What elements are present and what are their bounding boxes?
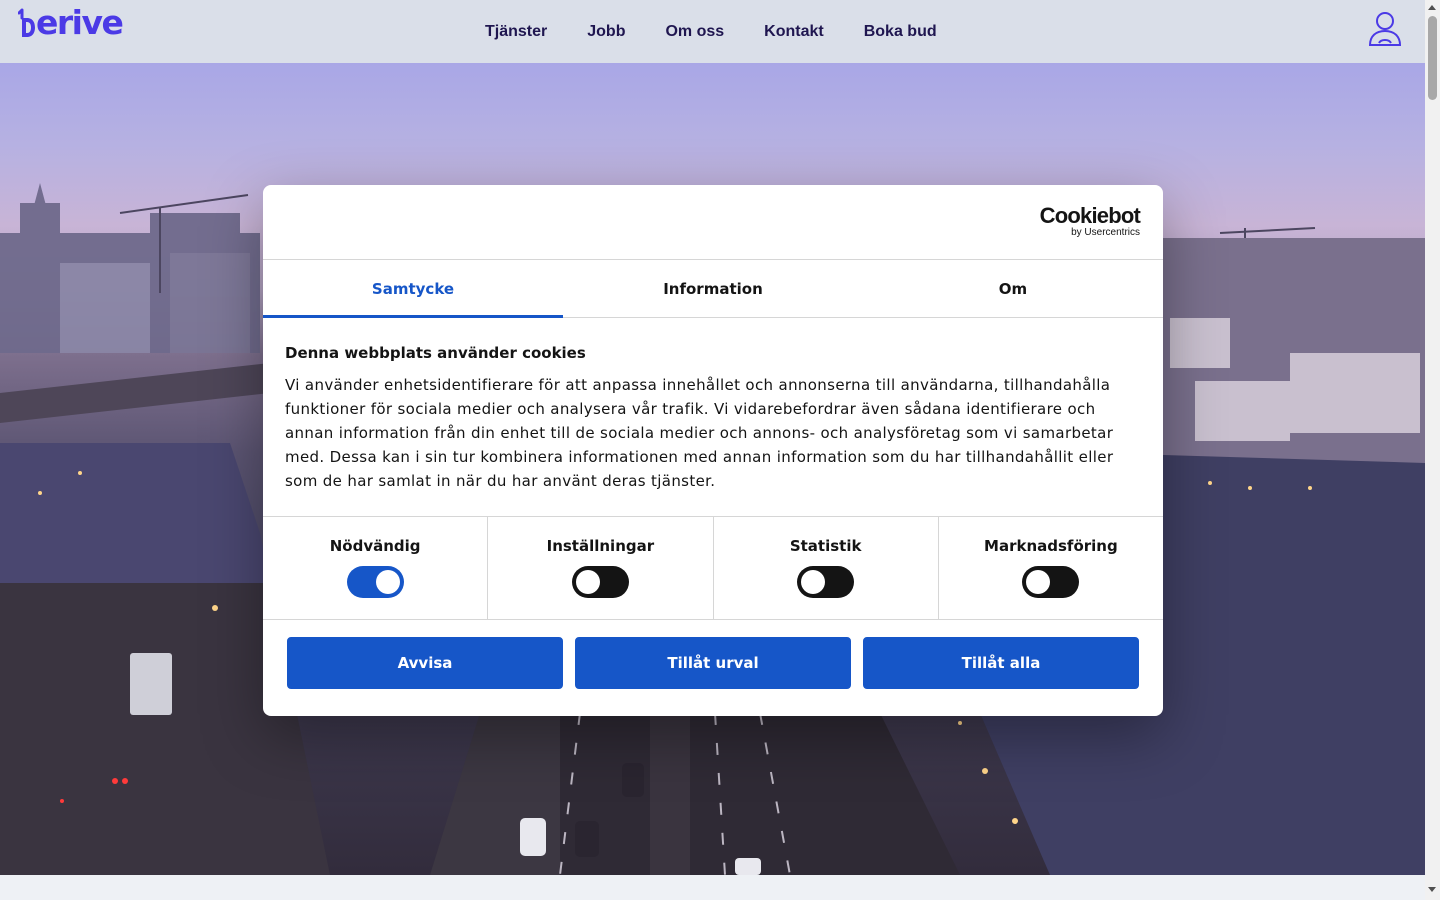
category-marknadsforing: Marknadsföring bbox=[939, 517, 1163, 619]
tab-om[interactable]: Om bbox=[863, 260, 1163, 317]
category-label: Statistik bbox=[789, 537, 862, 555]
page-footer-strip bbox=[0, 875, 1425, 900]
category-statistik: Statistik bbox=[714, 517, 939, 619]
cookiebot-logo[interactable]: Cookiebot by Usercentrics bbox=[1039, 203, 1141, 238]
allow-selection-button[interactable]: Tillåt urval bbox=[575, 637, 851, 689]
nav-item-boka-bud[interactable]: Boka bud bbox=[864, 23, 937, 41]
reject-button[interactable]: Avvisa bbox=[287, 637, 563, 689]
dialog-body: Denna webbplats använder cookies Vi anvä… bbox=[263, 318, 1163, 516]
main-nav: Tjänster Jobb Om oss Kontakt Boka bud bbox=[485, 0, 937, 63]
page-scrollbar[interactable] bbox=[1425, 0, 1440, 900]
derive-logo[interactable]: erive bbox=[18, 3, 124, 42]
allow-all-button[interactable]: Tillåt alla bbox=[863, 637, 1139, 689]
toggle-knob bbox=[801, 570, 826, 594]
site-header: erive Tjänster Jobb Om oss Kontakt Boka … bbox=[0, 0, 1425, 63]
dialog-header: Cookiebot by Usercentrics bbox=[263, 185, 1163, 260]
logo-text: erive bbox=[36, 3, 124, 42]
nav-item-kontakt[interactable]: Kontakt bbox=[764, 23, 824, 41]
installningar-toggle[interactable] bbox=[571, 566, 629, 598]
category-nodvandig: Nödvändig bbox=[263, 517, 489, 619]
marknadsforing-toggle[interactable] bbox=[1022, 566, 1080, 598]
scroll-down-arrow-icon[interactable] bbox=[1428, 887, 1436, 892]
cookiebot-logo-text: Cookiebot bbox=[1039, 203, 1141, 228]
dialog-title: Denna webbplats använder cookies bbox=[285, 344, 586, 362]
dialog-description: Vi använder enhetsidentifierare för att … bbox=[285, 376, 1114, 490]
dialog-tabs: Samtycke Information Om bbox=[263, 260, 1163, 318]
nodvandig-toggle[interactable] bbox=[346, 566, 404, 598]
toggle-knob bbox=[575, 570, 600, 594]
consent-categories: Nödvändig Inställningar Statistik Markna… bbox=[263, 516, 1163, 620]
scroll-thumb[interactable] bbox=[1428, 16, 1437, 100]
category-label: Nödvändig bbox=[329, 537, 421, 555]
tab-samtycke[interactable]: Samtycke bbox=[263, 260, 563, 318]
nav-item-om-oss[interactable]: Om oss bbox=[665, 23, 724, 41]
scroll-up-arrow-icon[interactable] bbox=[1428, 5, 1436, 10]
cookie-consent-dialog: Cookiebot by Usercentrics Samtycke Infor… bbox=[263, 185, 1163, 716]
toggle-knob bbox=[1026, 570, 1051, 594]
user-account-icon[interactable] bbox=[1366, 10, 1404, 48]
nav-item-jobb[interactable]: Jobb bbox=[587, 23, 625, 41]
dialog-actions: Avvisa Tillåt urval Tillåt alla bbox=[263, 620, 1163, 689]
cookiebot-logo-subtext: by Usercentrics bbox=[1071, 227, 1140, 238]
category-label: Inställningar bbox=[546, 537, 655, 555]
nav-item-tjanster[interactable]: Tjänster bbox=[485, 23, 547, 41]
category-installningar: Inställningar bbox=[488, 517, 714, 619]
tab-information[interactable]: Information bbox=[563, 260, 863, 317]
statistik-toggle[interactable] bbox=[797, 566, 855, 598]
toggle-knob bbox=[375, 570, 400, 594]
derive-d-logo-icon bbox=[18, 8, 35, 37]
category-label: Marknadsföring bbox=[984, 537, 1118, 555]
